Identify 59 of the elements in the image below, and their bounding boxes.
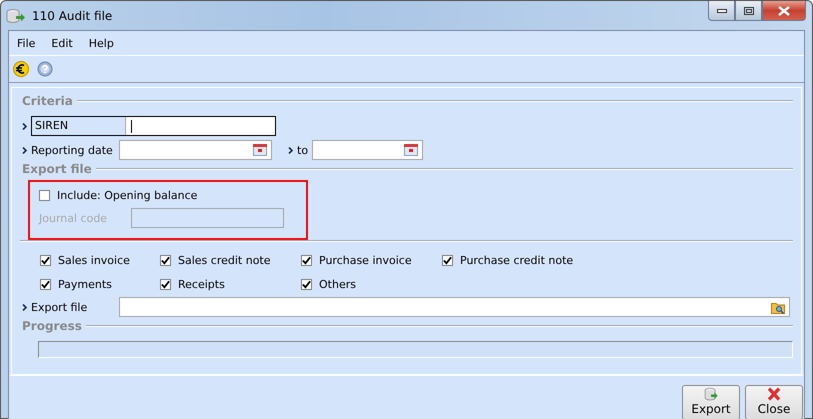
- minimize-icon: [716, 8, 726, 12]
- date-field[interactable]: [119, 140, 272, 160]
- chevron-icon: [288, 146, 293, 154]
- file-field[interactable]: [119, 297, 790, 317]
- database-arrow-icon: [702, 387, 720, 402]
- checkbox[interactable]: [160, 278, 171, 290]
- date-field[interactable]: [312, 140, 424, 160]
- checkbox[interactable]: [39, 190, 50, 200]
- close-icon: [778, 6, 790, 16]
- window-title: 110 Audit file: [32, 8, 112, 22]
- database-arrow-icon: [6, 8, 26, 24]
- chevron-icon: [22, 122, 27, 130]
- chevron-icon: [22, 304, 27, 310]
- field-label: Reporting date: [31, 144, 114, 156]
- checkbox[interactable]: [442, 254, 453, 266]
- folder-search-icon: [771, 300, 785, 314]
- help-icon: [37, 61, 53, 77]
- field-label: Journal code: [39, 212, 108, 224]
- close-button[interactable]: Close: [745, 385, 803, 419]
- section-heading: Criteria: [22, 94, 73, 108]
- section-heading: Progress: [22, 319, 82, 333]
- minimize-button[interactable]: [708, 1, 735, 21]
- checkmark-icon: [302, 280, 311, 288]
- menu-item[interactable]: File: [17, 36, 36, 50]
- maximize-button[interactable]: [735, 1, 762, 21]
- calendar-icon: [404, 144, 418, 156]
- siren-field[interactable]: SIREN: [31, 116, 276, 136]
- checkmark-icon: [161, 256, 170, 264]
- euro-coin-icon: [13, 61, 29, 77]
- checkbox-label: Purchase credit note: [460, 254, 574, 266]
- checkbox-label: Include: Opening balance: [57, 188, 198, 202]
- checkbox-label: Sales credit note: [178, 254, 271, 266]
- checkbox[interactable]: [301, 254, 312, 266]
- checkbox-label: Payments: [58, 278, 112, 290]
- menu-item[interactable]: Help: [88, 36, 114, 50]
- section-heading: Export file: [22, 162, 92, 176]
- close-button[interactable]: [762, 1, 806, 21]
- checkbox[interactable]: [301, 278, 312, 290]
- checkbox[interactable]: [160, 254, 171, 266]
- cross-icon: [765, 387, 783, 402]
- maximize-icon: [744, 6, 754, 14]
- checkbox-label: Others: [319, 278, 356, 290]
- checkmark-icon: [443, 256, 452, 264]
- checkmark-icon: [41, 256, 50, 264]
- checkmark-icon: [41, 280, 50, 288]
- checkbox[interactable]: [40, 278, 51, 290]
- field-label: Export file: [31, 300, 88, 314]
- chevron-icon: [22, 146, 27, 154]
- checkbox-label: Purchase invoice: [319, 254, 412, 266]
- checkbox[interactable]: [40, 254, 51, 266]
- checkmark-icon: [302, 256, 311, 264]
- text-cursor: [131, 120, 132, 132]
- checkbox-label: Sales invoice: [58, 254, 130, 266]
- menu-item[interactable]: Edit: [51, 36, 73, 50]
- checkbox-label: Receipts: [178, 278, 225, 290]
- field-label: to: [297, 144, 308, 156]
- export-button[interactable]: Export: [682, 385, 740, 419]
- checkmark-icon: [161, 280, 170, 288]
- calendar-icon: [253, 144, 267, 156]
